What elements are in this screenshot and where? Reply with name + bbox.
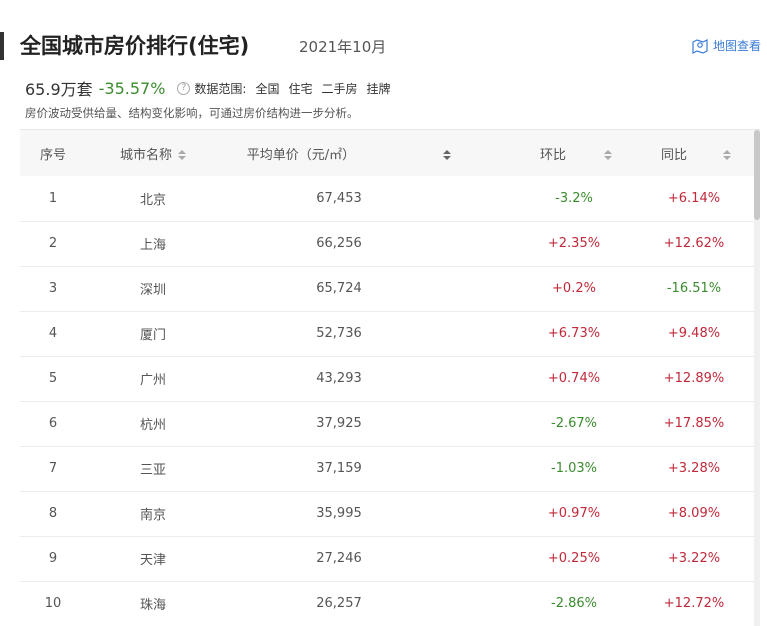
cell-mom: -1.03%: [551, 461, 597, 476]
cell-avg-price: 37,159: [316, 461, 362, 476]
cell-rank: 4: [48, 326, 58, 341]
cell-yoy: +3.28%: [667, 461, 721, 476]
range-option-second-hand[interactable]: 二手房: [322, 80, 358, 97]
column-city[interactable]: 城市名称: [86, 130, 220, 176]
cell-rank: 7: [48, 461, 58, 476]
cell-mom: +6.73%: [547, 326, 601, 341]
cell-mom: +0.2%: [552, 281, 596, 296]
cell-mom: +0.74%: [547, 371, 601, 386]
title-bar: 全国城市房价排行(住宅) 2021年10月 地图查看: [0, 30, 767, 62]
table-row[interactable]: 5 广州 43,293 +0.74% +12.89%: [20, 356, 754, 401]
cell-mom: -2.86%: [551, 596, 597, 611]
map-view-label: 地图查看: [712, 39, 761, 53]
cell-yoy: +12.62%: [663, 236, 725, 251]
table-row[interactable]: 2 上海 66,256 +2.35% +12.62%: [20, 221, 754, 266]
scrollbar-thumb[interactable]: [754, 130, 760, 220]
table-scrollbar[interactable]: [754, 130, 760, 626]
table-body: 1 北京 67,453 -3.2% +6.14% 2 上海 66,256 +2.35% +12.6…: [20, 176, 754, 626]
ranking-table: 序号 城市名称 平均单价（元/㎡） 环比 同比 1 北京 67,453 -3.2% +6…: [20, 130, 754, 626]
cell-yoy: +3.22%: [667, 551, 721, 566]
map-pin-icon: [692, 39, 708, 54]
table-row[interactable]: 6 杭州 37,925 -2.67% +17.85%: [20, 401, 754, 446]
cell-mom: -2.67%: [551, 416, 597, 431]
table-row[interactable]: 9 天津 27,246 +0.25% +3.22%: [20, 536, 754, 581]
sort-icon[interactable]: [443, 150, 452, 160]
cell-avg-price: 66,256: [316, 236, 362, 251]
total-listings: 65.9万套: [25, 80, 93, 99]
sort-icon[interactable]: [723, 150, 731, 160]
cell-yoy: +12.89%: [663, 371, 725, 386]
cell-avg-price: 52,736: [316, 326, 362, 341]
title-accent-bar: [0, 32, 4, 60]
cell-avg-price: 26,257: [316, 596, 362, 611]
cell-city: 杭州: [139, 418, 166, 433]
cell-yoy: +9.48%: [667, 326, 721, 341]
cell-yoy: +12.72%: [663, 596, 725, 611]
column-rank: 序号: [39, 147, 66, 163]
cell-mom: +0.97%: [547, 506, 601, 521]
column-yoy[interactable]: 同比: [620, 130, 754, 176]
description-note: 房价波动受供给量、结构变化影响，可通过房价结构进一步分析。: [25, 106, 359, 120]
cell-city: 北京: [139, 192, 166, 208]
cell-yoy: +17.85%: [663, 416, 725, 431]
cell-rank: 2: [48, 236, 58, 251]
page-subtitle-date: 2021年10月: [299, 38, 387, 56]
summary-row: 65.9万套 -35.57% ? 数据范围: 全国 住宅 二手房 挂牌: [25, 76, 391, 100]
cell-city: 天津: [139, 553, 166, 568]
cell-rank: 1: [48, 190, 58, 206]
change-percent: -35.57%: [98, 78, 166, 98]
table-header-row: 序号 城市名称 平均单价（元/㎡） 环比 同比: [20, 130, 754, 176]
cell-mom: -3.2%: [555, 190, 593, 206]
sort-icon[interactable]: [178, 150, 186, 160]
table-row[interactable]: 4 厦门 52,736 +6.73% +9.48%: [20, 311, 754, 356]
cell-mom: +2.35%: [547, 236, 601, 251]
page-title: 全国城市房价排行(住宅): [20, 34, 250, 58]
range-option-residential[interactable]: 住宅: [288, 80, 312, 97]
cell-rank: 6: [48, 416, 58, 431]
cell-mom: +0.25%: [547, 551, 601, 566]
cell-rank: 10: [44, 596, 62, 611]
column-avg-price[interactable]: 平均单价（元/㎡）: [220, 130, 478, 176]
table-row[interactable]: 1 北京 67,453 -3.2% +6.14%: [20, 176, 754, 221]
map-view-link[interactable]: 地图查看: [691, 36, 761, 56]
cell-city: 厦门: [139, 328, 166, 343]
cell-city: 上海: [139, 238, 166, 253]
cell-rank: 8: [48, 506, 58, 521]
column-mom[interactable]: 环比: [478, 130, 620, 176]
range-option-listing[interactable]: 挂牌: [367, 80, 391, 97]
cell-city: 深圳: [139, 283, 166, 298]
table-row[interactable]: 10 珠海 26,257 -2.86% +12.72%: [20, 581, 754, 626]
cell-city: 广州: [139, 373, 166, 388]
cell-avg-price: 67,453: [316, 190, 362, 206]
cell-avg-price: 65,724: [316, 281, 362, 296]
help-icon[interactable]: ?: [177, 81, 191, 95]
cell-city: 珠海: [139, 598, 166, 613]
ranking-table-container: 序号 城市名称 平均单价（元/㎡） 环比 同比 1 北京 67,453 -3.2% +6…: [20, 129, 760, 626]
table-row[interactable]: 8 南京 35,995 +0.97% +8.09%: [20, 491, 754, 536]
cell-city: 三亚: [139, 463, 166, 478]
cell-rank: 5: [48, 371, 58, 386]
cell-yoy: +6.14%: [667, 190, 721, 206]
cell-yoy: +8.09%: [667, 506, 721, 521]
table-row[interactable]: 3 深圳 65,724 +0.2% -16.51%: [20, 266, 754, 311]
table-row[interactable]: 7 三亚 37,159 -1.03% +3.28%: [20, 446, 754, 491]
cell-avg-price: 37,925: [316, 416, 362, 431]
cell-city: 南京: [139, 508, 166, 523]
cell-rank: 3: [48, 281, 58, 296]
sort-icon[interactable]: [604, 150, 612, 160]
cell-avg-price: 35,995: [316, 506, 362, 521]
cell-avg-price: 27,246: [316, 551, 362, 566]
cell-yoy: -16.51%: [666, 281, 722, 296]
cell-avg-price: 43,293: [316, 371, 362, 386]
data-range-label: 数据范围:: [194, 81, 247, 96]
cell-rank: 9: [48, 551, 58, 566]
range-option-nationwide[interactable]: 全国: [255, 80, 279, 97]
